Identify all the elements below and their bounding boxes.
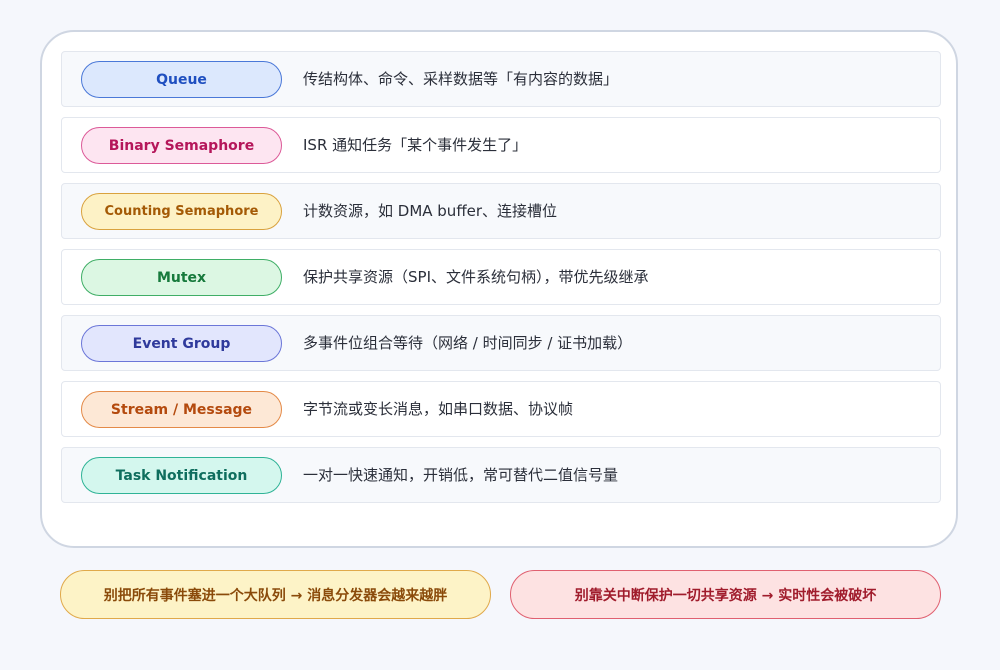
ipc-row-binary-semaphore: Binary Semaphore ISR 通知任务「某个事件发生了」 bbox=[61, 117, 941, 173]
ipc-name-pill: Binary Semaphore bbox=[81, 127, 282, 164]
warning-disable-interrupts: 别靠关中断保护一切共享资源 → 实时性会被破坏 bbox=[510, 570, 941, 619]
ipc-name-pill: Task Notification bbox=[81, 457, 282, 494]
ipc-name-pill: Counting Semaphore bbox=[81, 193, 282, 230]
ipc-mechanisms-panel: Queue 传结构体、命令、采样数据等「有内容的数据」 Binary Semap… bbox=[40, 30, 958, 548]
ipc-row-event-group: Event Group 多事件位组合等待（网络 / 时间同步 / 证书加载） bbox=[61, 315, 941, 371]
ipc-row-counting-semaphore: Counting Semaphore 计数资源，如 DMA buffer、连接槽… bbox=[61, 183, 941, 239]
ipc-row-mutex: Mutex 保护共享资源（SPI、文件系统句柄），带优先级继承 bbox=[61, 249, 941, 305]
ipc-description: 传结构体、命令、采样数据等「有内容的数据」 bbox=[303, 70, 619, 88]
ipc-row-stream-message: Stream / Message 字节流或变长消息，如串口数据、协议帧 bbox=[61, 381, 941, 437]
ipc-row-task-notification: Task Notification 一对一快速通知，开销低，常可替代二值信号量 bbox=[61, 447, 941, 503]
ipc-description: 一对一快速通知，开销低，常可替代二值信号量 bbox=[303, 466, 619, 484]
ipc-row-queue: Queue 传结构体、命令、采样数据等「有内容的数据」 bbox=[61, 51, 941, 107]
ipc-description: 计数资源，如 DMA buffer、连接槽位 bbox=[303, 202, 558, 220]
ipc-name-pill: Queue bbox=[81, 61, 282, 98]
ipc-description: 保护共享资源（SPI、文件系统句柄），带优先级继承 bbox=[303, 268, 649, 286]
ipc-name-pill: Event Group bbox=[81, 325, 282, 362]
ipc-description: 字节流或变长消息，如串口数据、协议帧 bbox=[303, 400, 574, 418]
ipc-description: 多事件位组合等待（网络 / 时间同步 / 证书加载） bbox=[303, 334, 633, 352]
ipc-name-pill: Mutex bbox=[81, 259, 282, 296]
warning-single-queue: 别把所有事件塞进一个大队列 → 消息分发器会越来越胖 bbox=[60, 570, 491, 619]
ipc-description: ISR 通知任务「某个事件发生了」 bbox=[303, 136, 528, 154]
ipc-name-pill: Stream / Message bbox=[81, 391, 282, 428]
